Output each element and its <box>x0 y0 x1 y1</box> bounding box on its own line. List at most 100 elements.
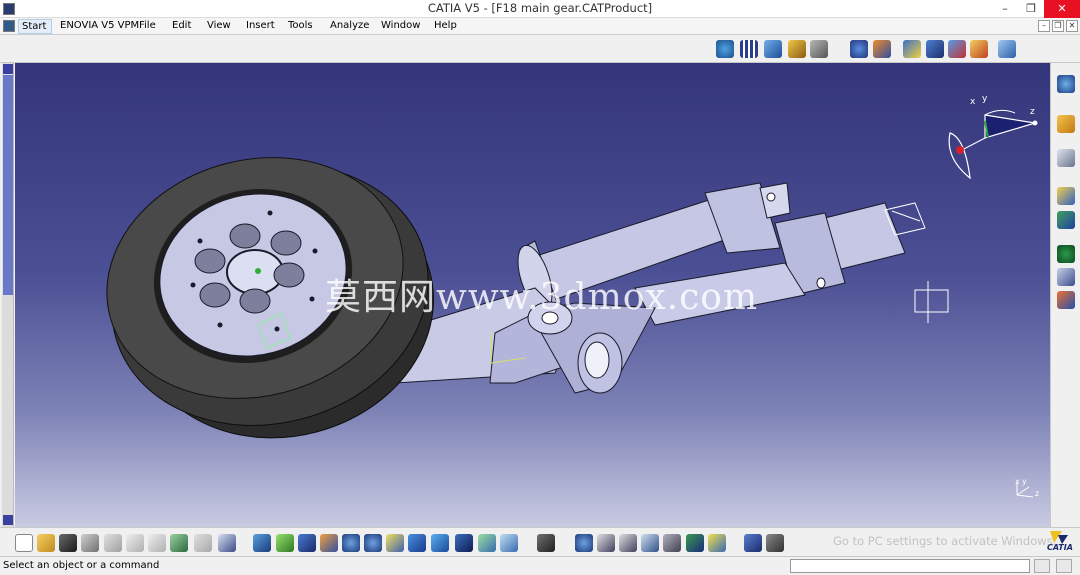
3d-viewport[interactable]: x y z x y z 莫西网www.3dmox.com <box>15 63 1050 527</box>
open-icon[interactable] <box>37 534 55 552</box>
compass-x-label: x <box>970 97 976 107</box>
select-arrow-icon[interactable] <box>1057 115 1075 133</box>
snap-icon[interactable] <box>903 40 921 58</box>
scroll-up-button[interactable] <box>3 64 13 74</box>
document-controls: – ❐ ✕ <box>1038 20 1078 32</box>
normal-view-icon[interactable] <box>386 534 404 552</box>
explode-icon[interactable] <box>970 40 988 58</box>
manipulate-icon[interactable] <box>998 40 1016 58</box>
catia-logo: CATIA <box>1044 529 1078 553</box>
doc-minimize-button[interactable]: – <box>1038 20 1050 32</box>
compass-z-label: z <box>1030 107 1035 117</box>
axis-triad: x y z <box>1013 477 1043 501</box>
menu-tools[interactable]: Tools <box>288 20 313 31</box>
spiral-icon[interactable] <box>1057 245 1075 263</box>
new-icon[interactable] <box>15 534 33 552</box>
catalog-browser-icon[interactable] <box>575 534 593 552</box>
print-icon[interactable] <box>81 534 99 552</box>
magnifier-icon[interactable] <box>766 534 784 552</box>
window-title: CATIA V5 - [F18 main gear.CATProduct] <box>427 1 653 15</box>
status-message: Select an object or a command <box>3 560 160 571</box>
fly-mode-icon[interactable] <box>253 534 271 552</box>
zoom-out-icon[interactable] <box>364 534 382 552</box>
watermark-text: 莫西网www.3dmox.com <box>325 277 759 318</box>
menu-window[interactable]: Window <box>381 20 420 31</box>
rotate-view-icon[interactable] <box>320 534 338 552</box>
update-icon[interactable] <box>873 40 891 58</box>
sectioning-icon[interactable] <box>663 534 681 552</box>
close-button[interactable]: ✕ <box>1044 0 1080 18</box>
triad-y-label: y <box>1022 477 1027 486</box>
minimize-button[interactable]: – <box>992 0 1018 18</box>
compass-widget[interactable]: x y z <box>940 93 1040 183</box>
status-bar: Select an object or a command <box>0 556 1080 575</box>
scroll-thumb[interactable] <box>3 75 13 295</box>
activate-windows-notice: Go to PC settings to activate Windows. <box>833 534 1057 548</box>
triad-z-label: z <box>1035 489 1040 498</box>
title-bar: CATIA V5 - [F18 main gear.CATProduct] – … <box>0 0 1080 18</box>
command-options-button[interactable] <box>1034 559 1050 573</box>
redo-icon[interactable] <box>194 534 212 552</box>
undo-icon[interactable] <box>170 534 188 552</box>
constraint-icon[interactable] <box>948 40 966 58</box>
lighting-icon[interactable] <box>686 534 704 552</box>
doc-restore-button[interactable]: ❐ <box>1052 20 1064 32</box>
menu-help[interactable]: Help <box>434 20 457 31</box>
catia-window: CATIA V5 - [F18 main gear.CATProduct] – … <box>0 0 1080 575</box>
doc-close-button[interactable]: ✕ <box>1066 20 1078 32</box>
triad-x-label: x <box>1015 477 1020 486</box>
rotate-icon[interactable] <box>850 40 868 58</box>
measure-icon[interactable] <box>1057 149 1075 167</box>
document-icon[interactable] <box>3 20 15 32</box>
multi-view-icon[interactable] <box>408 534 426 552</box>
right-toolbar <box>1050 63 1080 527</box>
menu-edit[interactable]: Edit <box>172 20 191 31</box>
copy-icon[interactable] <box>126 534 144 552</box>
zoom-area-icon[interactable] <box>641 534 659 552</box>
vertical-scrollbar[interactable] <box>2 63 14 527</box>
grid-icon[interactable] <box>740 40 758 58</box>
whats-this-icon[interactable] <box>218 534 236 552</box>
anchor-icon[interactable] <box>926 40 944 58</box>
capture-icon[interactable] <box>537 534 555 552</box>
next-icon[interactable] <box>619 534 637 552</box>
menu-insert[interactable]: Insert <box>246 20 275 31</box>
restore-button[interactable]: ❐ <box>1018 0 1044 18</box>
iso-view-icon[interactable] <box>431 534 449 552</box>
command-help-button[interactable] <box>1056 559 1072 573</box>
save-icon[interactable] <box>59 534 77 552</box>
material-icon[interactable] <box>1057 187 1075 205</box>
render-style-icon[interactable] <box>455 534 473 552</box>
catalog-icon[interactable] <box>1057 268 1075 286</box>
catia-logo-text: CATIA <box>1047 543 1073 552</box>
previous-icon[interactable] <box>597 534 615 552</box>
parts-icon[interactable] <box>1057 211 1075 229</box>
ground-icon[interactable] <box>744 534 762 552</box>
cut-icon[interactable] <box>104 534 122 552</box>
top-toolbar <box>0 35 1080 63</box>
zoom-in-icon[interactable] <box>342 534 360 552</box>
swap-space-icon[interactable] <box>500 534 518 552</box>
compass-y-label: y <box>982 94 988 104</box>
workbench-icon[interactable] <box>716 40 734 58</box>
scroll-down-button[interactable] <box>3 515 13 525</box>
menu-enovia[interactable]: ENOVIA V5 VPM <box>60 20 139 31</box>
command-input[interactable] <box>790 559 1030 573</box>
pan-icon[interactable] <box>298 534 316 552</box>
menu-start[interactable]: Start <box>18 19 52 34</box>
menu-bar: Start ENOVIA V5 VPM File Edit View Inser… <box>0 18 1080 35</box>
fit-all-icon[interactable] <box>276 534 294 552</box>
depth-effect-icon[interactable] <box>708 534 726 552</box>
paste-icon[interactable] <box>148 534 166 552</box>
tools-icon[interactable] <box>810 40 828 58</box>
menu-analyze[interactable]: Analyze <box>330 20 369 31</box>
menu-file[interactable]: File <box>139 20 156 31</box>
assembly-icon[interactable] <box>788 40 806 58</box>
clash-icon[interactable] <box>1057 291 1075 309</box>
window-controls: – ❐ ✕ <box>992 0 1080 18</box>
axis-marker-2 <box>914 281 949 323</box>
hide-show-icon[interactable] <box>478 534 496 552</box>
compass-icon[interactable] <box>1057 75 1075 93</box>
menu-view[interactable]: View <box>207 20 231 31</box>
product-icon[interactable] <box>764 40 782 58</box>
